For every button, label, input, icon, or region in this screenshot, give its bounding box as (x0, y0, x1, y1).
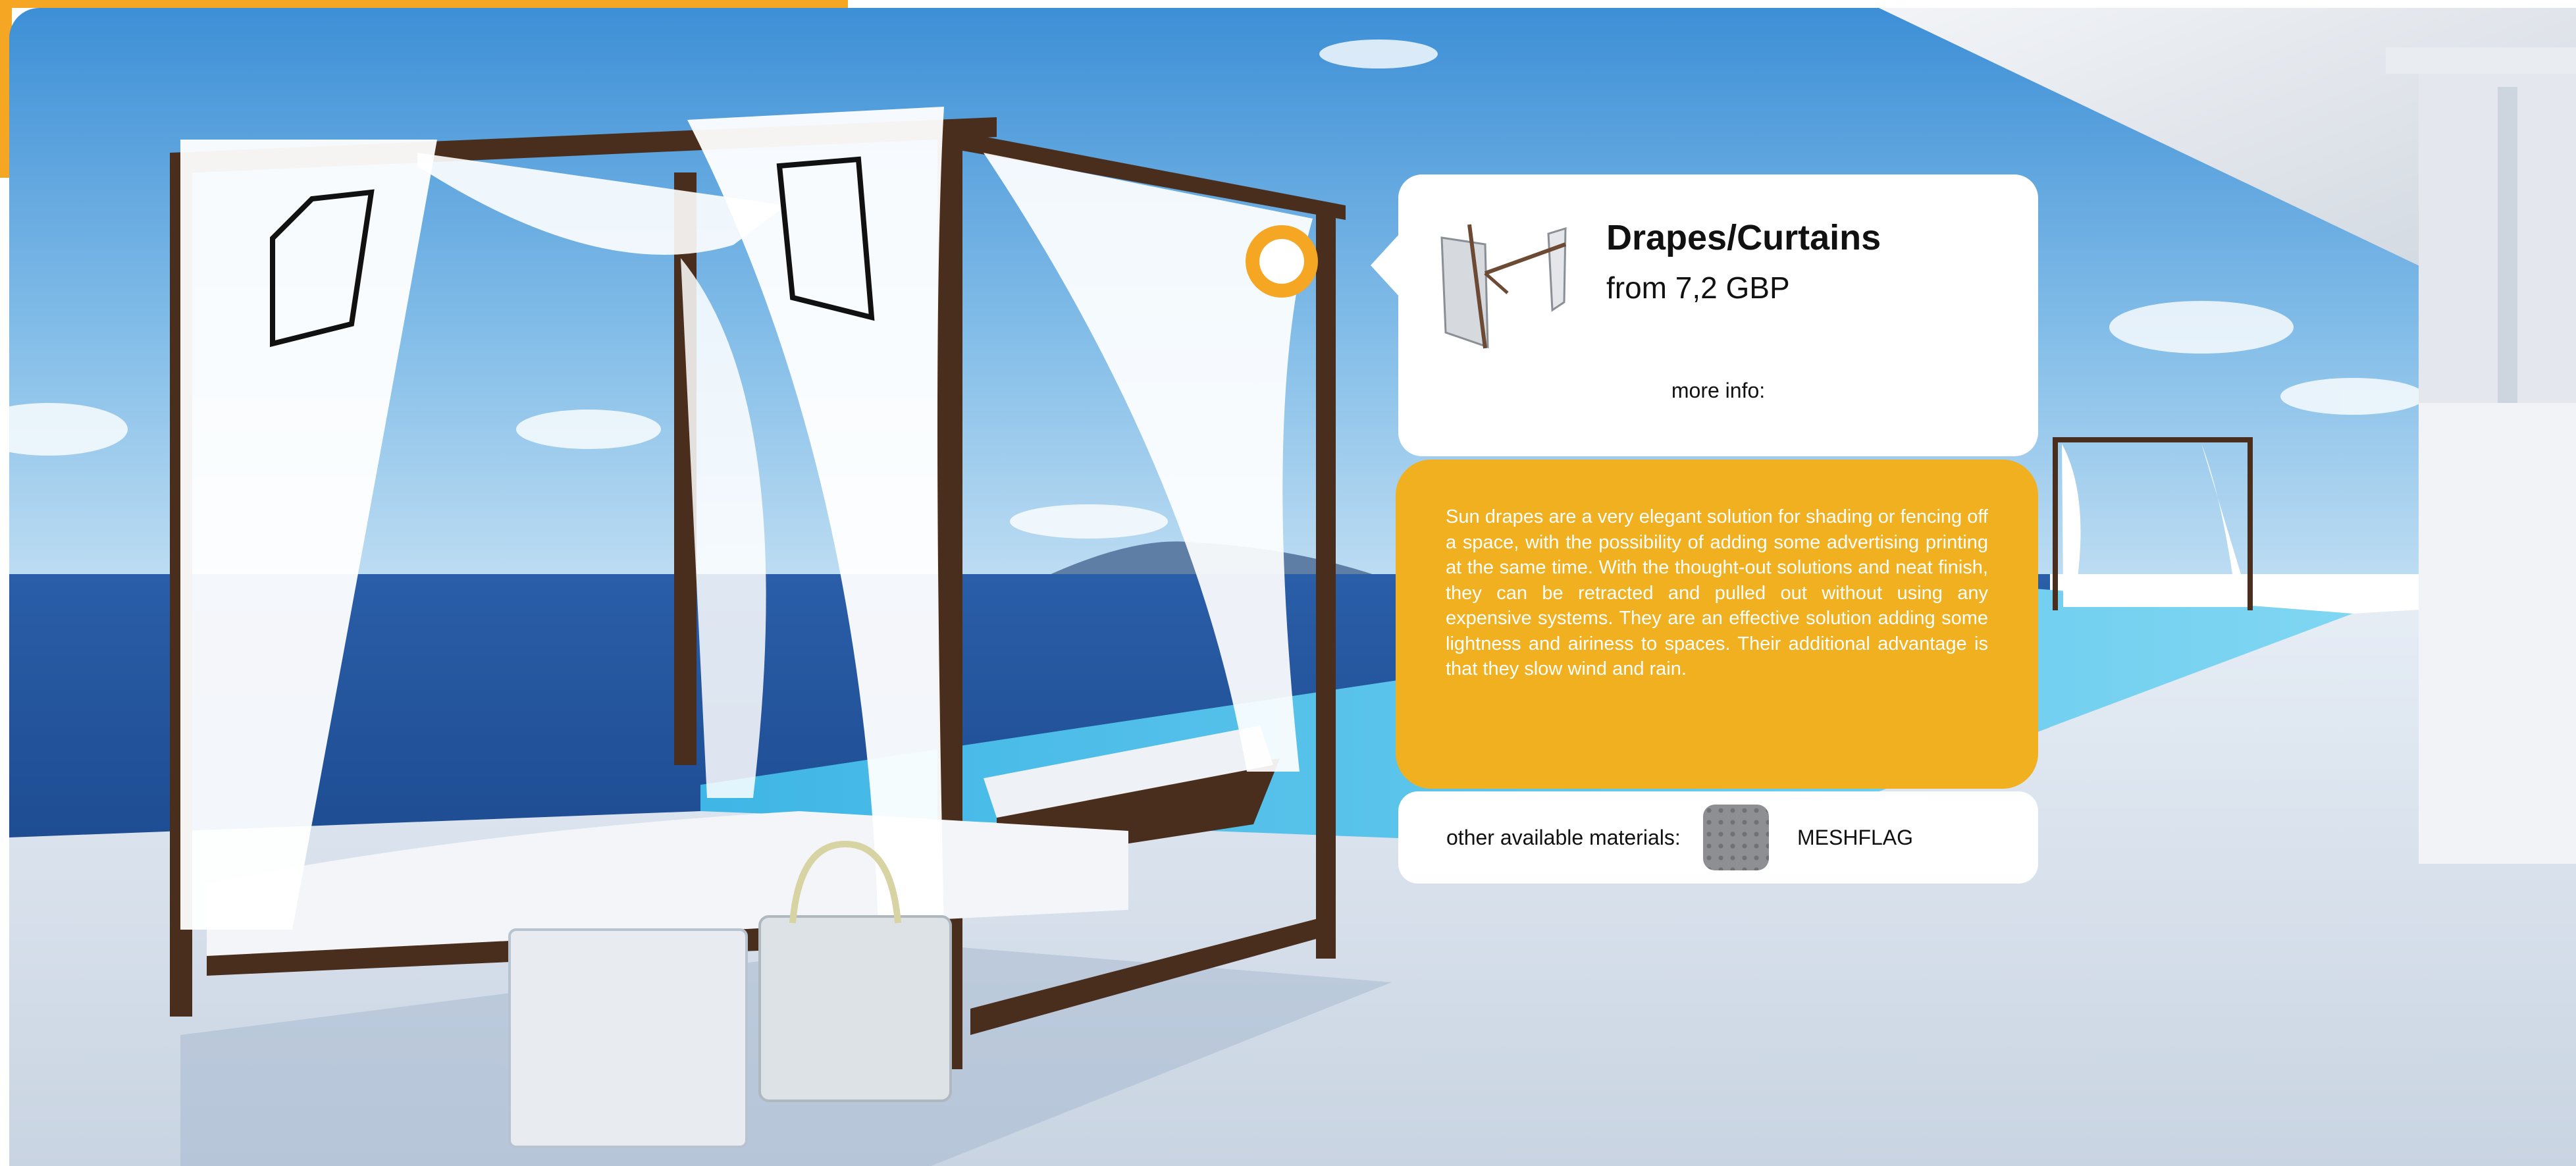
materials-label: other available materials: (1446, 826, 1681, 849)
product-thumbnail-icon (1440, 224, 1567, 349)
materials-bar: other available materials: MESHFLAG (1398, 791, 2038, 884)
material-swatch-icon[interactable] (1703, 805, 1769, 870)
product-description: Sun drapes are a very elegant solution f… (1446, 506, 1988, 679)
product-price: from 7,2 GBP (1606, 271, 1790, 305)
hotspot-center (1259, 239, 1304, 284)
product-title: Drapes/Curtains (1606, 218, 1881, 257)
material-name[interactable]: MESHFLAG (1797, 826, 1913, 850)
more-info-link[interactable]: more info: (1398, 379, 2038, 403)
scene-background (9, 8, 2576, 1166)
card-pointer (1371, 234, 1400, 297)
top-accent-bar (0, 0, 848, 8)
description-panel: Sun drapes are a very elegant solution f… (1396, 460, 2038, 789)
product-card: Drapes/Curtains from 7,2 GBP more info: (1398, 174, 2038, 456)
hotspot-marker-icon[interactable] (1246, 225, 1318, 298)
